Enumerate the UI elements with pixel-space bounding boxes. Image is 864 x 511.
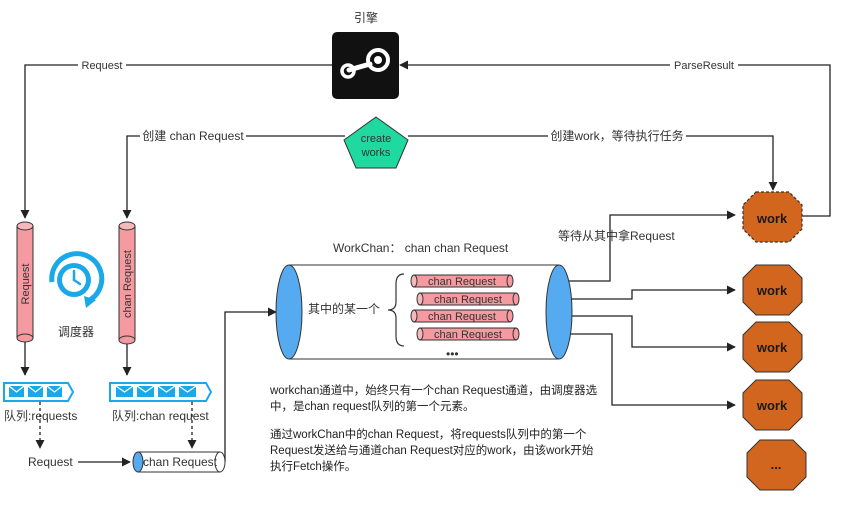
work-node-label: work bbox=[756, 283, 788, 298]
bottom-chan-pipe: chan Request bbox=[132, 451, 226, 473]
create-works-node: create works bbox=[343, 116, 409, 169]
edge-create-to-work bbox=[408, 135, 778, 191]
work-node-label: work bbox=[756, 398, 788, 413]
work-node-more: ... bbox=[746, 439, 807, 491]
edge-wait-take bbox=[563, 210, 736, 282]
request-pipe: Request bbox=[16, 221, 34, 343]
edge-bottom-chan-to-workchan bbox=[224, 307, 277, 462]
edge-item2-to-work1 bbox=[563, 285, 736, 300]
queue-requests: 队列:requests bbox=[3, 382, 77, 423]
workchan-item-label: chan Request bbox=[434, 294, 502, 306]
workchan-item-label: chan Request bbox=[428, 311, 496, 323]
workchan-item-label: chan Request bbox=[434, 329, 502, 341]
edge-label-parse-result: ParseResult bbox=[674, 60, 734, 72]
workchan-ellipsis: ••• bbox=[446, 347, 459, 361]
queue-chan-requests-label: 队列:chan request bbox=[112, 408, 209, 423]
workchan-item-4: chan Request bbox=[416, 327, 520, 341]
clock-icon bbox=[49, 251, 105, 308]
edge-create-to-chan-pipe bbox=[122, 135, 345, 219]
work-main: work bbox=[742, 191, 803, 243]
edge-label-create-work: 创建work，等待执行任务 bbox=[550, 128, 683, 143]
edge-label-wait-take: 等待从其中拿Request bbox=[558, 228, 675, 243]
note-paragraph-2: 通过workChan中的chan Request，将requests队列中的第一… bbox=[270, 429, 594, 473]
work-main-label: work bbox=[756, 211, 788, 226]
bottom-chan-pipe-label: chan Request bbox=[143, 455, 218, 469]
workchan-item-1: chan Request bbox=[410, 274, 514, 288]
engine-node: 引擎 bbox=[332, 10, 399, 99]
engine-label: 引擎 bbox=[354, 10, 378, 25]
scheduler-label: 调度器 bbox=[58, 324, 94, 339]
workchan-item-3: chan Request bbox=[410, 309, 514, 323]
work-node-label: ... bbox=[771, 457, 782, 472]
scheduler-node: 调度器 bbox=[49, 251, 105, 339]
edge-item3-to-work2 bbox=[563, 315, 736, 352]
queue-chan-requests: 队列:chan request bbox=[109, 382, 213, 423]
work-node-3: work bbox=[742, 379, 803, 431]
mail-icons-requests bbox=[8, 385, 63, 397]
workchan-title: WorkChan： chan chan Request bbox=[333, 241, 509, 255]
create-works-line1: create bbox=[361, 133, 392, 145]
workchan-item-2: chan Request bbox=[416, 292, 520, 306]
workchan-item-label: chan Request bbox=[428, 276, 496, 288]
workchan-right-cap bbox=[545, 264, 573, 360]
edge-label-request-bottom: Request bbox=[28, 455, 73, 469]
work-node-label: work bbox=[756, 340, 788, 355]
chan-request-pipe-label: chan Request bbox=[122, 250, 134, 318]
work-node-2: work bbox=[742, 321, 803, 373]
work-node-1: work bbox=[742, 264, 803, 316]
note-paragraph-1: workchan通道中，始终只有一个chan Request通道，由调度器选中，… bbox=[270, 385, 598, 413]
workchan-side-label: 其中的某一个 bbox=[308, 301, 380, 316]
queue-requests-label: 队列:requests bbox=[4, 408, 77, 423]
edge-label-create-chan: 创建 chan Request bbox=[142, 129, 244, 143]
request-pipe-label: Request bbox=[20, 264, 32, 305]
workchan-left-cap bbox=[275, 264, 303, 360]
create-works-line2: works bbox=[361, 147, 391, 159]
workchan: WorkChan： chan chan Request 其中的某一个 ••• c… bbox=[275, 241, 573, 361]
edge-label-request-top: Request bbox=[82, 60, 123, 72]
chan-request-pipe: chan Request bbox=[118, 221, 136, 345]
